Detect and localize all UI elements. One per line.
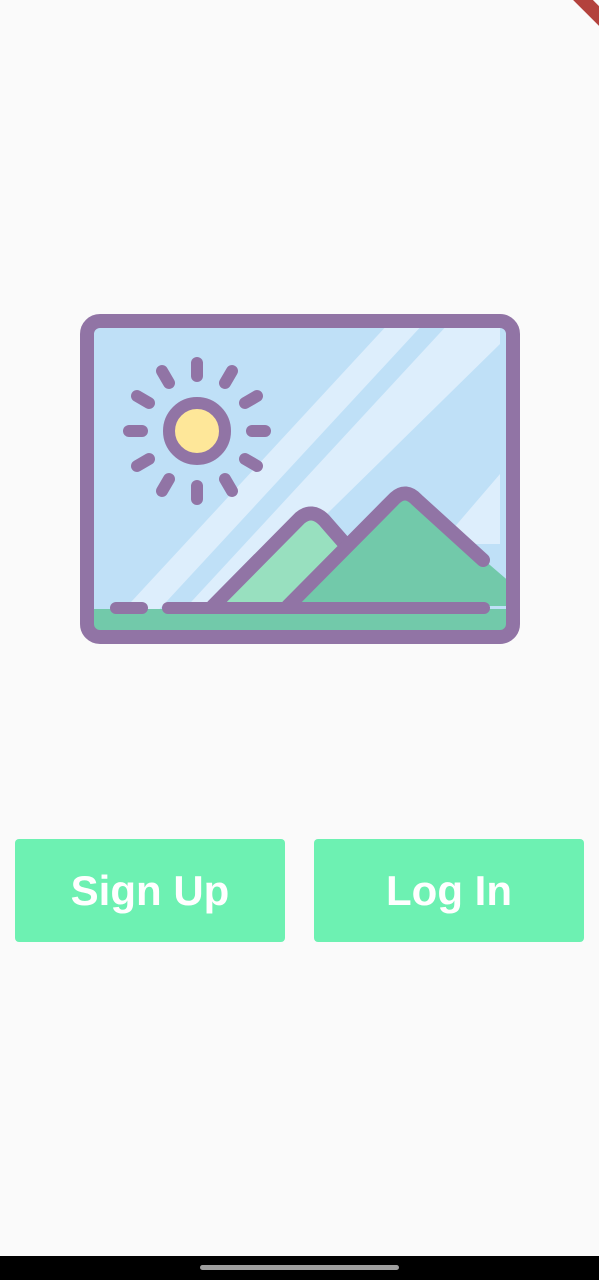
- sign-up-button[interactable]: Sign Up: [15, 839, 285, 942]
- home-indicator[interactable]: [200, 1265, 399, 1270]
- debug-banner: [539, 0, 599, 60]
- debug-ribbon-icon: [547, 0, 599, 38]
- log-in-button[interactable]: Log In: [314, 839, 584, 942]
- system-nav-bar: [0, 1256, 599, 1280]
- image-placeholder-icon: [80, 314, 520, 644]
